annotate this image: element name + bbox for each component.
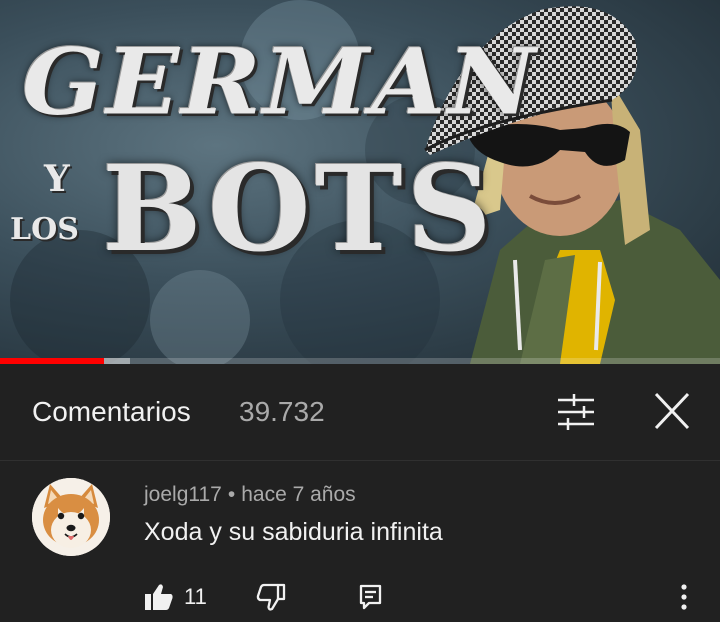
like-button[interactable]: 11 xyxy=(144,581,207,613)
video-player[interactable]: GERMAN Y LOS BOTS xyxy=(0,0,720,364)
reply-icon xyxy=(359,584,382,610)
video-thumbnail-art xyxy=(10,0,720,364)
thumbs-down-icon xyxy=(256,583,286,611)
comment-text: Xoda y su sabiduria infinita xyxy=(144,518,443,546)
sort-comments-button[interactable] xyxy=(552,390,600,434)
comment-item: joelg117 • hace 7 años Xoda y su sabiduria… xyxy=(0,461,720,622)
close-icon xyxy=(654,392,690,430)
more-vertical-icon xyxy=(681,584,687,610)
comment-author[interactable]: joelg117 xyxy=(144,483,222,506)
comments-title: Comentarios xyxy=(32,396,191,427)
comments-count: 39.732 xyxy=(239,396,325,427)
comments-header: Comentarios 39.732 xyxy=(0,364,720,461)
thumbs-up-icon xyxy=(145,584,173,610)
meta-separator: • xyxy=(227,483,236,506)
comment-meta: joelg117 • hace 7 años xyxy=(144,483,356,507)
close-comments-button[interactable] xyxy=(648,390,696,434)
dislike-button[interactable] xyxy=(256,581,286,613)
more-options-button[interactable] xyxy=(672,581,696,613)
like-count: 11 xyxy=(184,584,207,609)
reply-button[interactable] xyxy=(358,581,384,613)
sort-filter-icon xyxy=(558,394,594,430)
shiba-dog-avatar xyxy=(32,478,110,556)
comment-timestamp: hace 7 años xyxy=(241,483,356,506)
author-avatar[interactable] xyxy=(32,478,110,556)
